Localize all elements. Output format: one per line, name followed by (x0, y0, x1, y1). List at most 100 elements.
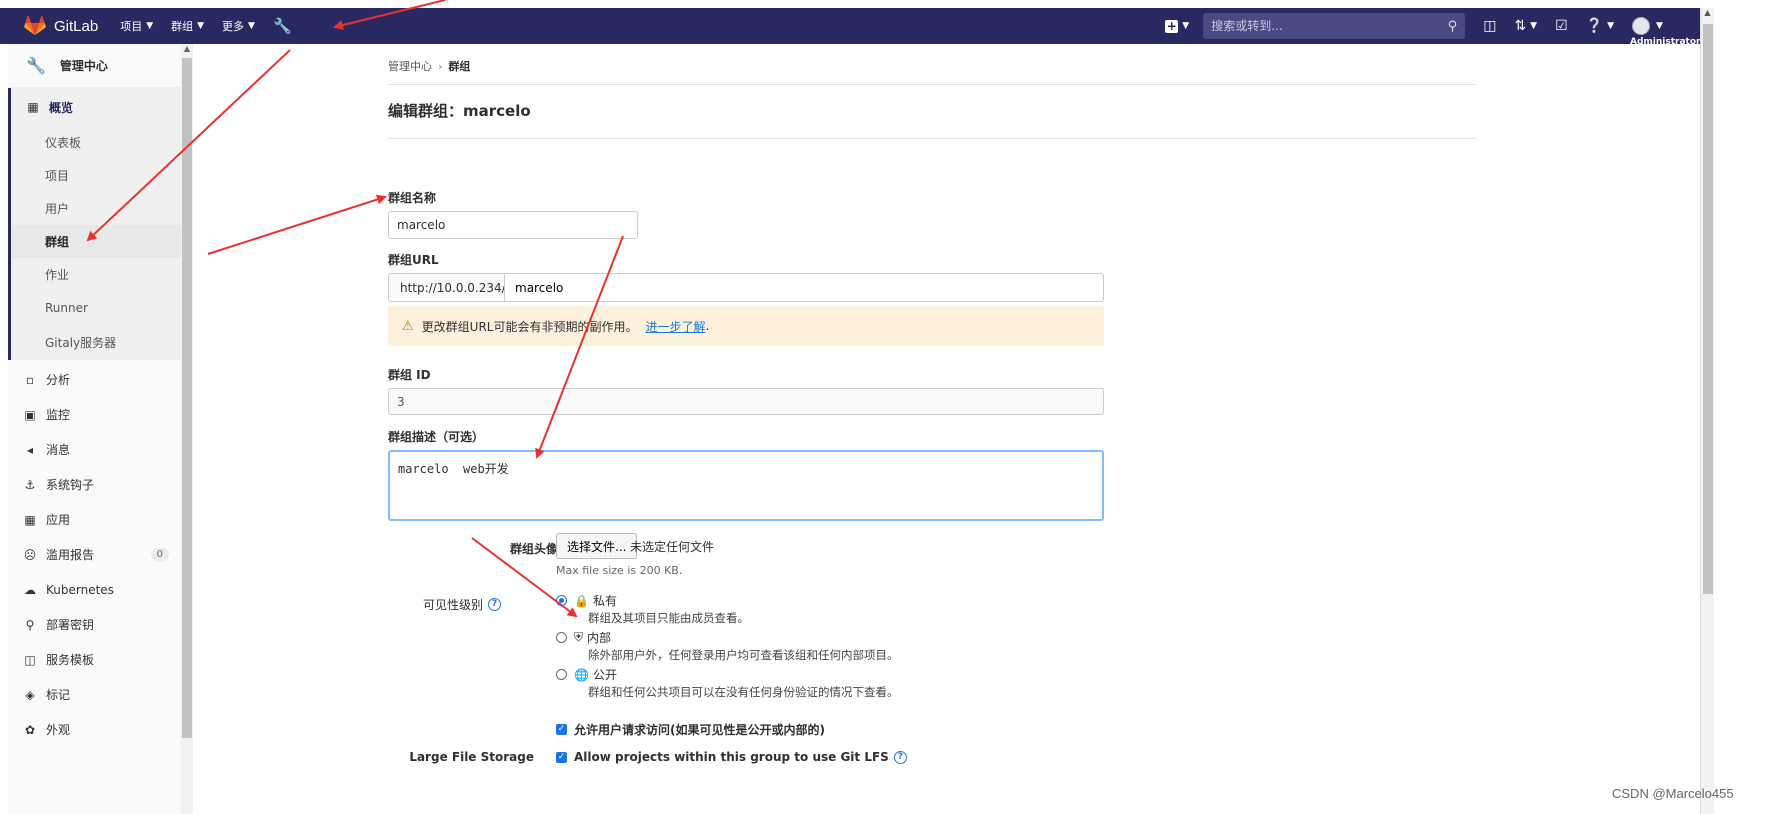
sidebar-item-service-templates[interactable]: ◫ 服务模板 (8, 642, 187, 677)
sidebar-item-abuse-reports[interactable]: ☹ 滥用报告 0 (8, 537, 187, 572)
nav-projects-label: 项目 (120, 20, 143, 33)
group-description-textarea[interactable]: marcelo web开发 (388, 450, 1104, 521)
file-size-help: Max file size is 200 KB. (556, 564, 683, 577)
group-id-input (388, 388, 1104, 415)
nav-groups-label: 群组 (171, 20, 194, 33)
avatar (1632, 17, 1650, 35)
sidebar-item-label: Kubernetes (46, 582, 114, 597)
sidebar-item-appearance[interactable]: ✿ 外观 (8, 712, 187, 747)
breadcrumb-current[interactable]: 群组 (448, 58, 470, 74)
merge-requests-icon[interactable]: ⇅ ▼ (1514, 18, 1537, 34)
breadcrumb: 管理中心 › 群组 (388, 58, 470, 74)
lfs-checkbox-row[interactable]: ✓ Allow projects within this group to us… (556, 750, 907, 764)
chevron-down-icon: ▼ (248, 21, 255, 31)
arrow-to-description (535, 235, 624, 459)
count-badge: 0 (150, 548, 169, 561)
search-icon[interactable]: ⚲ (1448, 19, 1458, 34)
chevron-down-icon: ▼ (1182, 21, 1190, 31)
monitor-icon: ▣ (24, 407, 36, 422)
group-name-input[interactable] (388, 211, 638, 239)
nav-groups[interactable]: 群组 ▼ (171, 18, 204, 34)
learn-more-link[interactable]: 进一步了解 (645, 318, 705, 335)
visibility-public[interactable]: 🌐 公开 群组和任何公共项目可以在没有任何身份验证的情况下查看。 (556, 666, 899, 700)
sidebar-sub-gitaly[interactable]: Gitaly服务器 (11, 324, 187, 360)
sidebar-item-label: 滥用报告 (46, 548, 95, 562)
sidebar-item-kubernetes[interactable]: ☁ Kubernetes (8, 572, 187, 607)
search-input[interactable] (1211, 19, 1448, 33)
chevron-down-icon: ▼ (1607, 21, 1614, 31)
radio-public[interactable] (556, 669, 567, 680)
new-dropdown[interactable]: + ▼ (1165, 19, 1190, 33)
sidebar-scrollbar[interactable]: ▲ (181, 44, 193, 814)
user-name: Administrator (1630, 37, 1701, 47)
checkbox-request-access[interactable]: ✓ (556, 724, 567, 735)
radio-private[interactable] (556, 595, 567, 606)
checkbox-lfs[interactable]: ✓ (556, 751, 567, 763)
sidebar-sub-jobs[interactable]: 作业 (11, 258, 187, 291)
group-id-label: 群组 ID (388, 368, 431, 382)
warning-end: . (705, 319, 710, 333)
url-warning-alert: ⚠ 更改群组URL可能会有非预期的副作用。 进一步了解. (388, 306, 1104, 346)
watermark: CSDN @Marcelo455 (1612, 786, 1734, 801)
sidebar-item-messages[interactable]: ◂ 消息 (8, 432, 187, 467)
todos-icon[interactable]: ☑ (1555, 18, 1568, 34)
sidebar-sub-users[interactable]: 用户 (11, 192, 187, 225)
sidebar-item-labels[interactable]: ◈ 标记 (8, 677, 187, 712)
sidebar-items: ▫ 分析 ▣ 监控 ◂ 消息 ⚓ 系统钩子 ▦ 应用 ☹ 滥用报告 0 ☁ Kubernetes… (8, 360, 187, 747)
apps-icon: ▦ (24, 512, 36, 527)
shield-icon: ⛨ (574, 630, 584, 644)
sidebar-item-monitoring[interactable]: ▣ 监控 (8, 397, 187, 432)
key-icon: ⚲ (25, 617, 35, 632)
question-icon[interactable]: ? (488, 598, 502, 611)
hook-icon: ⚓ (24, 477, 36, 492)
question-icon[interactable]: ? (893, 750, 907, 764)
sidebar-item-overview[interactable]: ▦ 概览 (11, 88, 187, 126)
megaphone-icon: ◂ (26, 442, 34, 457)
help-icon[interactable]: ❔ ▼ (1586, 18, 1614, 34)
breadcrumb-root[interactable]: 管理中心 (388, 58, 432, 74)
sidebar-item-label: 外观 (46, 723, 71, 737)
radio-internal[interactable] (556, 632, 567, 643)
sidebar-sub-dashboard[interactable]: 仪表板 (11, 126, 187, 159)
visibility-internal[interactable]: ⛨ 内部 除外部用户外，任何登录用户均可查看该组和任何内部项目。 (556, 629, 899, 663)
request-access-label: 允许用户请求访问(如果可见性是公开或内部的) (574, 723, 825, 737)
sidebar-sub-projects[interactable]: 项目 (11, 159, 187, 192)
sidebar-item-label: 分析 (46, 373, 71, 387)
globe-icon: 🌐 (574, 667, 589, 682)
overview-icon: ▦ (27, 100, 39, 114)
sidebar-item-analytics[interactable]: ▫ 分析 (8, 362, 187, 397)
user-menu[interactable]: ▼ Administrator (1630, 17, 1700, 47)
sidebar-item-label: 应用 (46, 513, 71, 527)
visibility-title: 私有 (592, 594, 617, 608)
scroll-up-icon[interactable]: ▲ (1701, 8, 1714, 17)
sidebar-overview-group: ▦ 概览 仪表板 项目 用户 群组 作业 Runner Gitaly服务器 (8, 88, 187, 360)
request-access-checkbox-row[interactable]: ✓ 允许用户请求访问(如果可见性是公开或内部的) (556, 721, 825, 738)
url-prefix: http://10.0.0.234/ (388, 273, 506, 302)
scroll-up-icon[interactable]: ▲ (181, 44, 193, 53)
group-url-label: 群组URL (388, 253, 439, 267)
sidebar-item-hooks[interactable]: ⚓ 系统钩子 (8, 467, 187, 502)
visibility-private[interactable]: 🔒 私有 群组及其项目只能由成员查看。 (556, 592, 749, 626)
lfs-check-label: Allow projects within this group to use … (574, 750, 889, 764)
chevron-down-icon: ▼ (1530, 21, 1538, 31)
group-url-input[interactable] (504, 273, 1104, 302)
choose-file-button[interactable]: 选择文件... (556, 533, 638, 559)
sidebar-sub-runners[interactable]: Runner (11, 291, 187, 324)
sidebar-item-applications[interactable]: ▦ 应用 (8, 502, 187, 537)
sidebar-item-label: 服务模板 (46, 653, 95, 667)
admin-wrench-icon[interactable]: 🔧 (273, 17, 292, 35)
warning-icon: ⚠ (402, 318, 414, 334)
sidebar-item-deploy-keys[interactable]: ⚲ 部署密钥 (8, 607, 187, 642)
nav-more[interactable]: 更多 ▼ (222, 18, 255, 34)
sidebar-sub-groups[interactable]: 群组 (11, 225, 187, 258)
nav-projects[interactable]: 项目 ▼ (120, 18, 153, 34)
sidebar-item-label: 概览 (49, 100, 74, 115)
sidebar-item-label: 部署密钥 (46, 618, 95, 632)
sidebar-scrollbar-thumb[interactable] (182, 58, 192, 738)
page-scrollbar-thumb[interactable] (1703, 24, 1713, 594)
issues-icon[interactable]: ◫ (1483, 18, 1496, 34)
sidebar-item-label: 标记 (46, 688, 71, 702)
sidebar-header[interactable]: 🔧 管理中心 (8, 44, 187, 88)
gitlab-brand[interactable]: GitLab (24, 16, 98, 36)
page-scrollbar[interactable]: ▲ (1700, 8, 1714, 814)
